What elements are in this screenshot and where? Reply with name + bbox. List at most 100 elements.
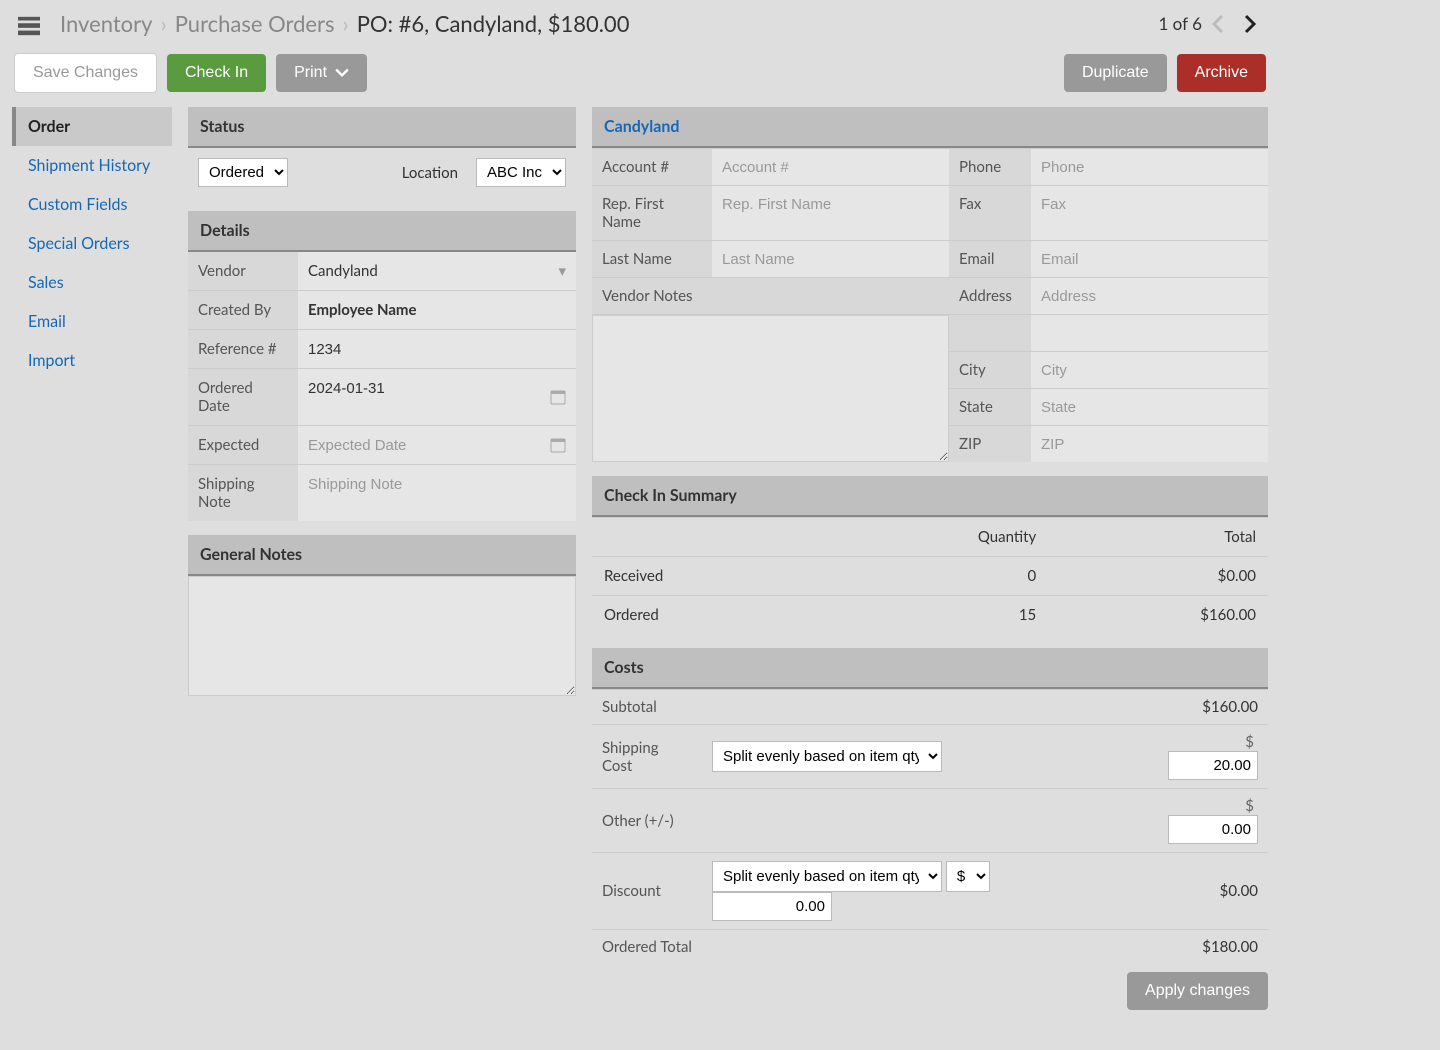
checkin-button[interactable]: Check In (167, 54, 266, 92)
checkin-col-total: Total (1048, 518, 1268, 557)
generalnotes-textarea[interactable] (188, 576, 576, 696)
discount-total: $0.00 (1138, 853, 1268, 930)
breadcrumb-section[interactable]: Purchase Orders (175, 10, 335, 37)
discount-input[interactable] (712, 892, 832, 921)
zip-label: ZIP (949, 425, 1031, 462)
address2-input[interactable] (1041, 325, 1258, 342)
checkin-row-label: Ordered (592, 596, 821, 635)
discount-label: Discount (592, 853, 702, 930)
reference-input[interactable] (308, 341, 566, 358)
location-select[interactable]: ABC Inc (476, 158, 566, 187)
other-label: Other (+/-) (592, 789, 702, 853)
expected-input[interactable] (308, 437, 566, 454)
vendor-panel: Candyland Account # Phone Rep. First Nam… (592, 107, 1268, 462)
checkin-row-qty: 15 (821, 596, 1048, 635)
lastname-input[interactable] (722, 251, 939, 268)
shippingnote-label: Shipping Note (188, 465, 298, 521)
calendar-icon[interactable] (550, 437, 566, 453)
status-header: Status (188, 107, 576, 148)
phone-input[interactable] (1041, 159, 1258, 176)
sidenav-custom-fields[interactable]: Custom Fields (12, 185, 172, 224)
vendor-link[interactable]: Candyland (604, 117, 679, 136)
orderedtotal-label: Ordered Total (592, 930, 702, 965)
vendor-value: Candyland (308, 262, 378, 280)
toolbar: Save Changes Check In Print Duplicate Ar… (0, 45, 1280, 107)
archive-button[interactable]: Archive (1177, 54, 1266, 92)
print-button[interactable]: Print (276, 54, 367, 92)
address-label: Address (949, 277, 1031, 314)
vendornotes-label: Vendor Notes (592, 277, 712, 314)
shipping-label: Shipping Cost (592, 725, 702, 789)
duplicate-button[interactable]: Duplicate (1064, 54, 1167, 92)
side-nav: Order Shipment History Custom Fields Spe… (12, 107, 172, 1024)
other-input[interactable] (1168, 815, 1258, 844)
location-label: Location (402, 164, 458, 182)
currency-symbol: $ (1241, 797, 1258, 815)
fax-label: Fax (949, 185, 1031, 240)
costs-header: Costs (592, 648, 1268, 689)
sidenav-email[interactable]: Email (12, 302, 172, 341)
pager: 1 of 6 (1158, 11, 1262, 37)
reference-label: Reference # (188, 330, 298, 368)
checkin-row-total: $160.00 (1048, 596, 1268, 635)
details-header: Details (188, 211, 576, 252)
account-input[interactable] (722, 159, 939, 176)
state-input[interactable] (1041, 399, 1258, 416)
city-input[interactable] (1041, 362, 1258, 379)
sidenav-sales[interactable]: Sales (12, 263, 172, 302)
account-label: Account # (592, 148, 712, 185)
createdby-value: Employee Name (298, 291, 576, 329)
generalnotes-panel: General Notes (188, 535, 576, 700)
chevron-right-icon: › (342, 10, 348, 37)
email-label: Email (949, 240, 1031, 277)
expected-label: Expected (188, 426, 298, 464)
checkin-row-label: Received (592, 557, 821, 596)
sidenav-order[interactable]: Order (12, 107, 172, 146)
status-panel: Status Ordered Location ABC Inc (188, 107, 576, 197)
pager-prev (1206, 11, 1232, 37)
checkin-header: Check In Summary (592, 476, 1268, 517)
email-input[interactable] (1041, 251, 1258, 268)
firstname-label: Rep. First Name (592, 185, 712, 240)
app-icon (18, 16, 40, 36)
status-select[interactable]: Ordered (198, 158, 288, 187)
chevron-down-icon (335, 68, 349, 78)
vendornotes-textarea[interactable] (592, 315, 949, 462)
city-label: City (949, 351, 1031, 388)
sidenav-shipment-history[interactable]: Shipment History (12, 146, 172, 185)
firstname-input[interactable] (722, 196, 939, 213)
calendar-icon[interactable] (550, 389, 566, 405)
fax-input[interactable] (1041, 196, 1258, 213)
discount-method-select[interactable]: Split evenly based on item qty (712, 861, 942, 892)
shipping-method-select[interactable]: Split evenly based on item qty (712, 741, 942, 772)
pager-next[interactable] (1236, 11, 1262, 37)
sidenav-import[interactable]: Import (12, 341, 172, 380)
lastname-label: Last Name (592, 240, 712, 277)
zip-input[interactable] (1041, 436, 1258, 453)
breadcrumb-current: PO: #6, Candyland, $180.00 (357, 10, 630, 37)
shipping-input[interactable] (1168, 751, 1258, 780)
generalnotes-header: General Notes (188, 535, 576, 576)
sidenav-special-orders[interactable]: Special Orders (12, 224, 172, 263)
vendor-select[interactable]: Candyland ▾ (298, 252, 576, 290)
createdby-label: Created By (188, 291, 298, 329)
save-button[interactable]: Save Changes (14, 53, 157, 93)
ordereddate-input[interactable] (308, 380, 566, 397)
discount-unit-select[interactable]: $ (946, 861, 990, 892)
checkin-row-qty: 0 (821, 557, 1048, 596)
checkin-col-qty: Quantity (821, 518, 1048, 557)
costs-panel: Costs Subtotal $160.00 Shipping Cost Spl… (592, 648, 1268, 1010)
subtotal-label: Subtotal (592, 690, 702, 725)
apply-changes-button[interactable]: Apply changes (1127, 972, 1268, 1010)
chevron-right-icon: › (160, 10, 166, 37)
phone-label: Phone (949, 148, 1031, 185)
caret-down-icon: ▾ (558, 262, 566, 280)
shippingnote-input[interactable] (308, 476, 566, 493)
checkin-panel: Check In Summary Quantity Total Received… (592, 476, 1268, 634)
pager-text: 1 of 6 (1158, 13, 1202, 34)
address-input[interactable] (1041, 288, 1258, 305)
print-label: Print (294, 64, 327, 82)
breadcrumb-root[interactable]: Inventory (60, 10, 152, 37)
subtotal-value: $160.00 (1138, 690, 1268, 725)
details-panel: Details Vendor Candyland ▾ Created By Em… (188, 211, 576, 521)
